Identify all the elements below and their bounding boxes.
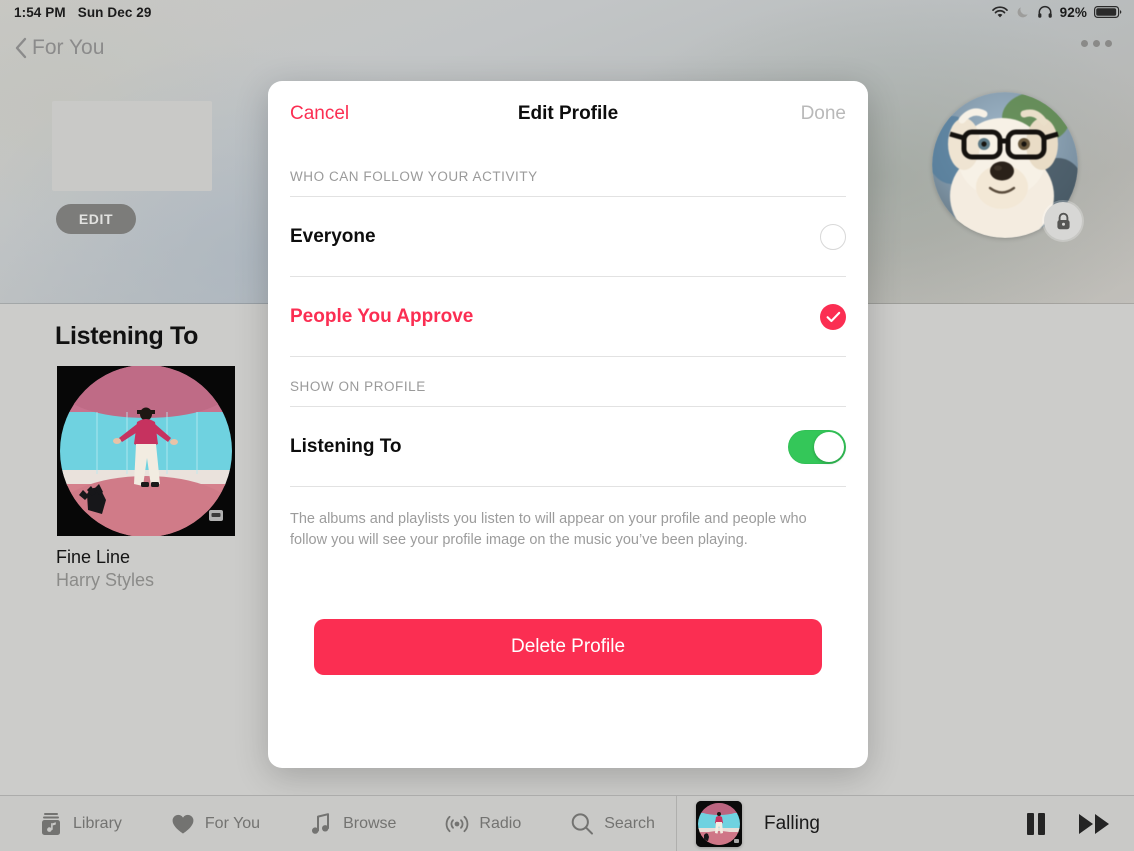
option-label-people-you-approve: People You Approve	[290, 305, 474, 327]
wifi-icon	[991, 5, 1009, 19]
footnote-text: The albums and playlists you listen to w…	[290, 511, 807, 549]
option-row-people-you-approve[interactable]: People You Approve	[290, 277, 846, 356]
tab-browse[interactable]: Browse	[308, 812, 396, 836]
toggle-row-listening-to[interactable]: Listening To	[290, 407, 846, 486]
music-note-icon	[308, 812, 334, 836]
now-playing-artwork[interactable]	[696, 800, 742, 847]
search-icon	[569, 812, 595, 836]
now-playing-bar: Falling	[676, 796, 1134, 851]
done-button[interactable]: Done	[801, 103, 846, 125]
toggle-knob	[814, 431, 844, 462]
edit-button[interactable]: EDIT	[56, 204, 136, 234]
tab-for-you[interactable]: For You	[170, 813, 260, 835]
radio-selected-check-icon[interactable]	[820, 303, 846, 330]
cancel-button[interactable]: Cancel	[290, 103, 349, 125]
toggle-label-listening-to: Listening To	[290, 435, 402, 457]
section-label-show-on-profile: SHOW ON PROFILE	[290, 379, 426, 394]
status-date: Sun Dec 29	[77, 4, 152, 20]
section-label-follow: WHO CAN FOLLOW YOUR ACTIVITY	[290, 169, 538, 184]
more-dots-icon[interactable]	[1081, 40, 1112, 47]
pause-icon[interactable]	[1024, 811, 1048, 837]
moon-icon	[1016, 5, 1030, 19]
back-button[interactable]: For You	[14, 36, 104, 60]
listening-to-toggle[interactable]	[788, 429, 846, 464]
option-label-everyone: Everyone	[290, 225, 376, 247]
now-playing-title: Falling	[764, 812, 820, 834]
chevron-left-icon	[14, 36, 28, 60]
tab-bar: Library For You Browse Radio Search Fall…	[0, 795, 1134, 851]
album-artwork[interactable]	[57, 366, 235, 536]
listening-to-heading: Listening To	[55, 322, 199, 350]
back-button-label: For You	[32, 36, 105, 59]
album-artist: Harry Styles	[56, 570, 155, 590]
album-title: Fine Line	[56, 547, 131, 567]
status-time: 1:54 PM	[14, 4, 66, 20]
dialog-header: Cancel Edit Profile Done	[268, 81, 868, 147]
heart-icon	[170, 813, 196, 835]
status-bar: 1:54 PM Sun Dec 29 92%	[0, 0, 1134, 24]
tab-search[interactable]: Search	[569, 812, 655, 836]
avatar-container[interactable]	[932, 92, 1082, 240]
headphones-icon	[1037, 5, 1053, 19]
radio-unselected-icon[interactable]	[820, 223, 846, 250]
dialog-title: Edit Profile	[517, 103, 619, 124]
fast-forward-icon[interactable]	[1078, 811, 1112, 837]
edit-button-label: EDIT	[78, 211, 114, 227]
dialog-body: WHO CAN FOLLOW YOUR ACTIVITY Everyone Pe…	[268, 147, 868, 768]
screen: 1:54 PM Sun Dec 29 92% For You EDIT List…	[0, 0, 1134, 851]
battery-percent: 92%	[1059, 4, 1087, 20]
library-icon	[38, 812, 64, 836]
header-image-placeholder	[52, 101, 212, 191]
now-playing-controls	[1024, 811, 1112, 837]
delete-profile-button[interactable]: Delete Profile	[314, 619, 822, 676]
tab-radio-label: Radio	[479, 814, 522, 832]
lock-icon	[1044, 202, 1082, 240]
option-row-everyone[interactable]: Everyone	[290, 197, 846, 276]
tab-list: Library For You Browse Radio Search	[0, 812, 655, 836]
tab-search-label: Search	[604, 814, 655, 832]
edit-profile-dialog: Cancel Edit Profile Done WHO CAN FOLLOW …	[268, 81, 868, 768]
tab-radio[interactable]: Radio	[444, 813, 521, 835]
tab-browse-label: Browse	[343, 814, 397, 832]
dialog-footer: Delete Profile	[290, 619, 846, 763]
tab-library-label: Library	[73, 814, 122, 832]
battery-icon	[1094, 5, 1122, 19]
tab-library[interactable]: Library	[38, 812, 122, 836]
radio-broadcast-icon	[444, 813, 470, 835]
tab-for-you-label: For You	[204, 814, 261, 832]
